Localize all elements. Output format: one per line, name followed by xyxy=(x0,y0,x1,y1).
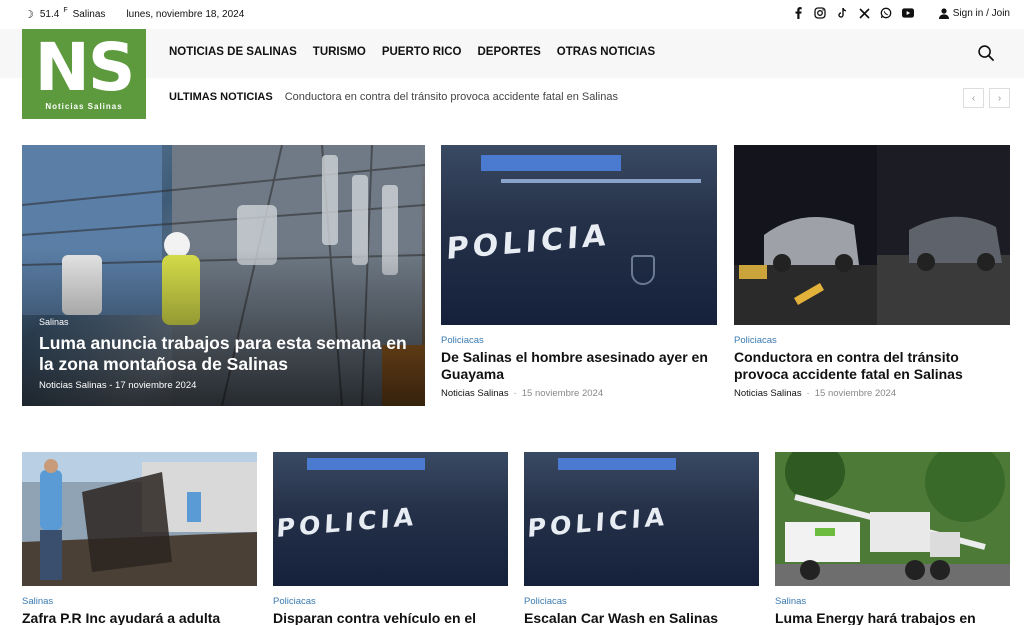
logo-mark: NS xyxy=(34,29,136,106)
police-label: POLICIA xyxy=(275,501,419,544)
meta-separator: - xyxy=(513,388,517,399)
police-label: POLICIA xyxy=(445,217,611,268)
article-image xyxy=(775,452,1010,586)
facebook-icon[interactable] xyxy=(792,7,804,19)
article-title[interactable]: Disparan contra vehículo en el barrio Sa… xyxy=(273,610,508,625)
ticker-next-button[interactable]: › xyxy=(989,88,1010,108)
article-image: POLICIA xyxy=(273,452,508,586)
light-bar xyxy=(307,458,425,470)
featured-date: 17 noviembre 2024 xyxy=(115,380,197,391)
ticker-prev-button[interactable]: ‹ xyxy=(963,88,984,108)
weather-city: Salinas xyxy=(72,9,106,20)
nav-item-puerto-rico[interactable]: PUERTO RICO xyxy=(382,46,462,58)
article-card[interactable]: Salinas Luma Energy hará trabajos en God… xyxy=(775,452,1010,625)
temperature: 51.4 xyxy=(39,9,60,20)
youtube-icon[interactable] xyxy=(902,7,914,19)
article-category[interactable]: Policiacas xyxy=(273,596,508,607)
article-image: POLICIA xyxy=(441,145,717,325)
top-bar: ☽ 51.4 F Salinas lunes, noviembre 18, 20… xyxy=(0,0,1024,29)
article-category[interactable]: Salinas xyxy=(775,596,1010,607)
chevron-right-icon: › xyxy=(997,92,1002,104)
instagram-icon[interactable] xyxy=(814,7,826,19)
site-logo[interactable]: NS Noticias Salinas xyxy=(22,29,146,119)
search-button[interactable] xyxy=(978,45,994,66)
user-icon xyxy=(938,8,949,19)
article-title[interactable]: Escalan Car Wash en Salinas xyxy=(524,610,759,625)
search-icon xyxy=(978,45,994,61)
temperature-unit: F xyxy=(63,7,68,14)
featured-author[interactable]: Noticias Salinas xyxy=(39,380,107,391)
meta-separator: - xyxy=(806,388,810,399)
breaking-news-ticker: ULTIMAS NOTICIAS Conductora en contra de… xyxy=(169,91,618,103)
light-bar xyxy=(481,155,621,171)
nav-item-deportes[interactable]: DEPORTES xyxy=(478,46,541,58)
sign-in-link[interactable]: Sign in / Join xyxy=(938,8,1010,19)
logo-name: Noticias Salinas xyxy=(45,102,123,111)
nav-item-noticias-de-salinas[interactable]: NOTICIAS DE SALINAS xyxy=(169,46,297,58)
article-category[interactable]: Salinas xyxy=(22,596,257,607)
nav-item-turismo[interactable]: TURISMO xyxy=(313,46,366,58)
article-meta: Noticias Salinas -15 noviembre 2024 xyxy=(441,388,717,399)
ticker-controls: ‹ › xyxy=(963,88,1010,108)
article-image xyxy=(22,452,257,586)
article-card[interactable]: Salinas Zafra P.R Inc ayudará a adulta m… xyxy=(22,452,257,625)
main-nav: NOTICIAS DE SALINAS TURISMO PUERTO RICO … xyxy=(169,46,655,58)
article-date: 15 noviembre 2024 xyxy=(521,388,604,399)
article-category[interactable]: Policiacas xyxy=(441,335,717,346)
police-label: POLICIA xyxy=(526,501,670,544)
social-links xyxy=(792,7,914,19)
article-image xyxy=(734,145,1010,325)
article-category[interactable]: Policiacas xyxy=(524,596,759,607)
article-card[interactable]: POLICIA Policiacas De Salinas el hombre … xyxy=(441,145,717,399)
ticker-label: ULTIMAS NOTICIAS xyxy=(169,91,273,103)
article-title[interactable]: Zafra P.R Inc ayudará a adulta mayor que xyxy=(22,610,257,625)
article-image: POLICIA xyxy=(524,452,759,586)
car-trim xyxy=(501,179,701,183)
article-author[interactable]: Noticias Salinas xyxy=(441,388,509,399)
article-card[interactable]: POLICIA Policiacas Escalan Car Wash en S… xyxy=(524,452,759,625)
article-title[interactable]: De Salinas el hombre asesinado ayer en G… xyxy=(441,349,717,383)
article-card[interactable]: Policiacas Conductora en contra del trán… xyxy=(734,145,1010,399)
x-icon[interactable] xyxy=(858,7,870,19)
article-title[interactable]: Luma Energy hará trabajos en Godreau y xyxy=(775,610,1010,625)
sign-in-label: Sign in / Join xyxy=(952,8,1010,19)
article-author[interactable]: Noticias Salinas xyxy=(734,388,802,399)
chevron-left-icon: ‹ xyxy=(971,92,976,104)
tiktok-icon[interactable] xyxy=(836,7,848,19)
moon-icon: ☽ xyxy=(24,9,34,21)
article-card[interactable]: POLICIA Policiacas Disparan contra vehíc… xyxy=(273,452,508,625)
featured-category[interactable]: Salinas xyxy=(39,317,69,327)
weather-widget: ☽ 51.4 F Salinas xyxy=(24,7,106,21)
current-date: lunes, noviembre 18, 2024 xyxy=(126,9,245,20)
light-bar xyxy=(558,458,676,470)
featured-article[interactable]: Salinas Luma anuncia trabajos para esta … xyxy=(22,145,425,406)
police-badge xyxy=(631,255,655,285)
article-date: 15 noviembre 2024 xyxy=(814,388,897,399)
featured-meta: Noticias Salinas - 17 noviembre 2024 xyxy=(39,380,196,391)
article-title[interactable]: Conductora en contra del tránsito provoc… xyxy=(734,349,1010,383)
article-category[interactable]: Policiacas xyxy=(734,335,1010,346)
article-meta: Noticias Salinas -15 noviembre 2024 xyxy=(734,388,1010,399)
featured-title[interactable]: Luma anuncia trabajos para esta semana e… xyxy=(39,333,409,375)
nav-item-otras-noticias[interactable]: OTRAS NOTICIAS xyxy=(557,46,655,58)
ticker-headline[interactable]: Conductora en contra del tránsito provoc… xyxy=(285,91,618,103)
whatsapp-icon[interactable] xyxy=(880,7,892,19)
